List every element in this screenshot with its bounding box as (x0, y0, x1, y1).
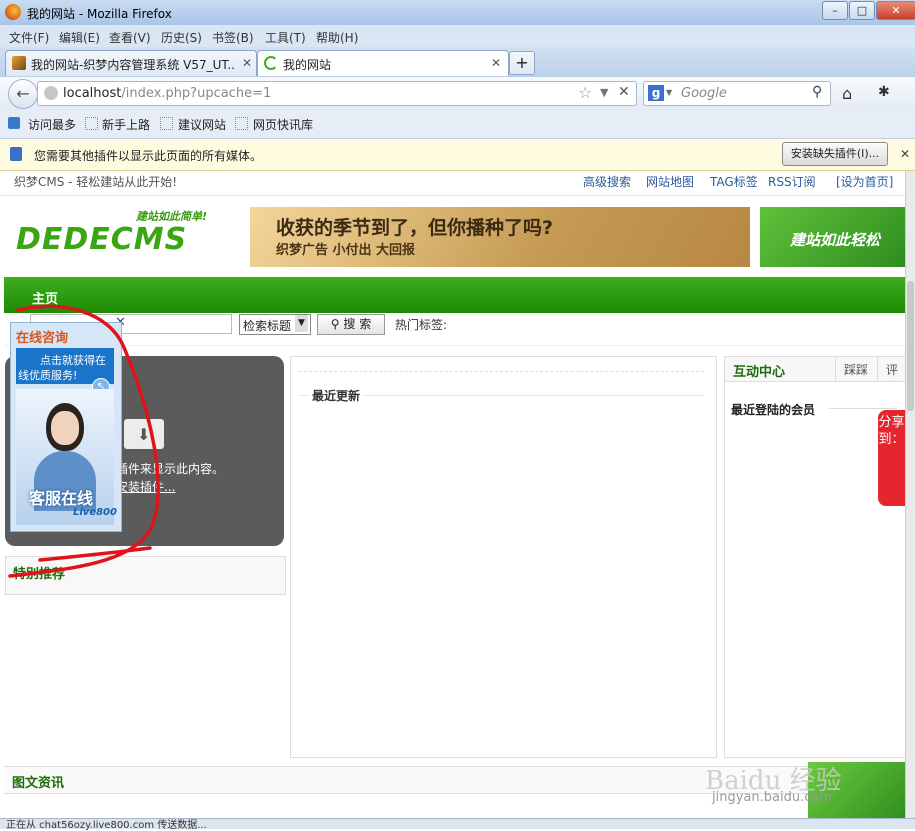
latest-updates-panel: 最近更新 (290, 356, 717, 758)
site-logo[interactable]: 建站如此简单! DEDECMS (16, 208, 231, 263)
status-bar: 正在从 chat56ozy.live800.com 传送数据... (0, 818, 915, 831)
tab-close-icon[interactable]: ✕ (491, 56, 501, 70)
plugin-notice-text: 您需要其他插件以显示此页面的所有媒体。 (34, 149, 263, 163)
banner-title: 收获的季节到了，但你播种了吗? (276, 217, 554, 239)
install-plugins-button[interactable]: 安装缺失插件(I)... (782, 142, 888, 166)
search-icon[interactable]: ⚲ (812, 84, 822, 100)
menu-bookmarks[interactable]: 书签(B) (212, 29, 254, 46)
menu-tools[interactable]: 工具(T) (265, 29, 306, 46)
ad-banner-secondary[interactable]: 建站如此轻松 (760, 207, 905, 267)
search-type-select[interactable]: 检索标题 ▼ (239, 314, 311, 335)
search-box[interactable]: g ▼ Google ⚲ (643, 81, 831, 106)
extension-icon[interactable]: ✱ (878, 84, 890, 100)
google-engine-icon[interactable]: g (648, 85, 664, 101)
bookmark-getting-started[interactable]: 新手上路 (102, 116, 150, 133)
stop-icon[interactable]: ✕ (618, 84, 630, 100)
new-tab-button[interactable]: + (509, 51, 535, 75)
share-button[interactable]: 分享到： (878, 410, 905, 506)
back-button[interactable]: ← (8, 79, 38, 109)
firefox-logo-icon (5, 4, 21, 20)
link-advanced-search[interactable]: 高级搜索 (583, 173, 631, 190)
site-tagline: 织梦CMS - 轻松建站从此开始! (14, 175, 178, 189)
tab-label: 我的网站 (283, 58, 332, 72)
baidu-watermark-url: jingyan.baidu.com (712, 790, 832, 805)
close-window-button[interactable]: ✕ (876, 1, 915, 20)
logo-text: DEDECMS (16, 222, 188, 257)
status-text: 正在从 chat56ozy.live800.com 传送数据... (6, 820, 207, 831)
window-titlebar: 我的网站 - Mozilla Firefox – □ ✕ (0, 0, 915, 25)
tab-dig[interactable]: 踩踩 (835, 357, 868, 381)
ad-banner[interactable]: 收获的季节到了，但你播种了吗? 织梦广告 小付出 大回报 (250, 207, 750, 267)
home-icon[interactable]: ⌂ (842, 84, 852, 103)
menu-bar: 文件(F) 编辑(E) 查看(V) 历史(S) 书签(B) 工具(T) 帮助(H… (0, 25, 915, 47)
divider (829, 408, 897, 409)
hot-tags-label: 热门标签: (395, 318, 448, 332)
link-sitemap[interactable]: 网站地图 (646, 173, 694, 190)
window-title: 我的网站 - Mozilla Firefox (27, 7, 172, 21)
plugin-notification-bar: 您需要其他插件以显示此页面的所有媒体。 ✕ (0, 139, 915, 171)
interaction-tabs: 互动中心 踩踩 评论 (725, 357, 905, 382)
tab-dedecms-admin[interactable]: 我的网站-织梦内容管理系统 V57_UT... ✕ (5, 50, 257, 76)
plugin-notice-close-icon[interactable]: ✕ (900, 147, 910, 161)
bookmark-icon (160, 117, 173, 130)
menu-help[interactable]: 帮助(H) (316, 29, 358, 46)
url-text: localhost/index.php?upcache=1 (63, 86, 272, 101)
search-button-label: 搜 索 (343, 317, 372, 331)
search-icon: ⚲ (330, 317, 344, 331)
url-bar[interactable]: localhost/index.php?upcache=1 ☆ ▼ ✕ (37, 81, 637, 106)
menu-view[interactable]: 查看(V) (109, 29, 151, 46)
recent-members-title: 最近登陆的会员 (731, 403, 816, 417)
bookmarks-toolbar: 访问最多 新手上路 建议网站 网页快讯库 (0, 110, 915, 139)
url-dropdown-icon[interactable]: ▼ (600, 86, 608, 99)
menu-history[interactable]: 历史(S) (161, 29, 202, 46)
bookmark-star-icon[interactable]: ☆ (578, 83, 592, 102)
red-annotation-circle (8, 304, 160, 578)
plugin-icon (10, 147, 22, 161)
bookmark-most-visited[interactable]: 访问最多 (28, 116, 76, 133)
bookmark-suggested-sites[interactable]: 建议网站 (178, 116, 226, 133)
tab-label: 我的网站-织梦内容管理系统 V57_UT... (31, 58, 236, 72)
link-set-homepage[interactable]: [设为首页] (836, 173, 893, 190)
search-placeholder: Google (681, 86, 727, 101)
vertical-scrollbar[interactable] (905, 171, 915, 822)
maximize-button[interactable]: □ (849, 1, 875, 20)
dedecms-favicon-icon (12, 56, 26, 70)
banner-subtitle: 织梦广告 小付出 大回报 (276, 243, 416, 258)
site-search-button[interactable]: ⚲ 搜 索 (317, 314, 385, 335)
minimize-button[interactable]: – (822, 1, 848, 20)
scrollbar-thumb[interactable] (907, 281, 914, 411)
bookmark-web-slice[interactable]: 网页快讯库 (253, 116, 313, 133)
tab-my-site[interactable]: 我的网站 ✕ (257, 50, 509, 76)
globe-icon (44, 86, 58, 100)
most-visited-icon (8, 117, 20, 129)
loading-spinner-icon (264, 56, 278, 70)
bookmark-icon (235, 117, 248, 130)
menu-edit[interactable]: 编辑(E) (59, 29, 100, 46)
menu-file[interactable]: 文件(F) (9, 29, 49, 46)
select-value: 检索标题 (243, 319, 292, 333)
news-title: 图文资讯 (12, 776, 65, 791)
banner2-text: 建站如此轻松 (790, 231, 881, 249)
interaction-title: 互动中心 (733, 365, 786, 380)
tab-comments[interactable]: 评论 (877, 357, 905, 381)
latest-title: 最近更新 (309, 387, 364, 404)
bookmark-icon (85, 117, 98, 130)
link-tag[interactable]: TAG标签 (710, 173, 758, 190)
engine-dropdown-icon[interactable]: ▼ (666, 88, 672, 97)
chevron-down-icon: ▼ (295, 315, 308, 332)
link-rss[interactable]: RSS订阅 (768, 173, 816, 190)
tab-close-icon[interactable]: ✕ (242, 56, 252, 70)
